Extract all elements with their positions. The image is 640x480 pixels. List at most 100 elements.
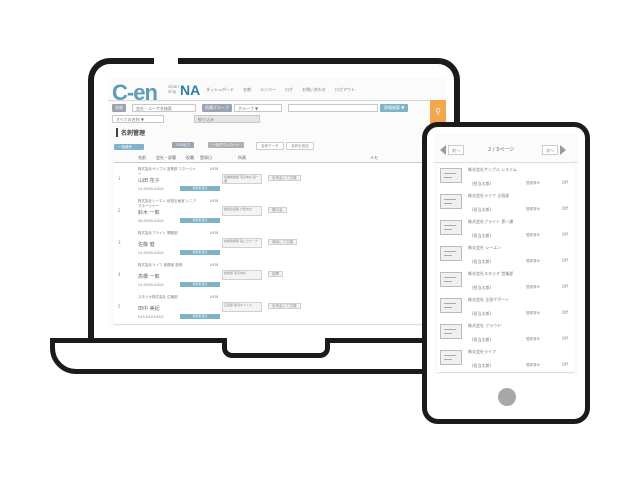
filter-group-select[interactable]: グループ ▼ bbox=[234, 104, 282, 112]
card-scope-select[interactable]: すべての名刺 ▼ bbox=[112, 115, 164, 123]
csv-export-button[interactable]: CSV出力 bbox=[172, 142, 195, 148]
list-item[interactable]: 株式会社ライフ (担当太郎) 登録済み Off bbox=[438, 346, 574, 373]
nav-item-logout[interactable]: ログアウト bbox=[335, 87, 355, 93]
card-data-button[interactable]: 名刺データ bbox=[256, 142, 284, 150]
add-card-button[interactable]: 名刺を追加 bbox=[286, 142, 314, 150]
nav-item-dashboard[interactable]: ダッシュボード bbox=[206, 87, 234, 93]
bulk-download-button[interactable]: 一括ダウンロード bbox=[208, 142, 244, 148]
card-owner: (担当太郎) bbox=[472, 363, 492, 368]
card-status: 登録済み bbox=[526, 285, 540, 289]
list-item[interactable]: 株式会社スタジオ 営業部 (担当太郎) 登録済み Off bbox=[438, 268, 574, 295]
card-company: 株式会社ブライト 第一課 bbox=[468, 219, 514, 224]
card-flag[interactable]: Off bbox=[562, 310, 568, 315]
card-flag[interactable]: Off bbox=[562, 362, 568, 367]
phone-header-divider bbox=[434, 162, 578, 163]
top-nav: ダッシュボード 名刺 メンバー ログ お問い合わせ ログアウト bbox=[206, 87, 355, 93]
col-company: 会社・部署 bbox=[156, 155, 176, 160]
app-logo[interactable]: C-en bbox=[112, 80, 158, 106]
advanced-search-button[interactable]: 詳細検索 ▼ bbox=[380, 104, 409, 112]
nav-item-log[interactable]: ログ bbox=[285, 87, 293, 93]
list-item[interactable]: 株式会社ライフ 企画部 (担当太郎) 登録済み Off bbox=[438, 190, 574, 217]
row-company: スタジオ株式会社 広報部 bbox=[138, 295, 178, 299]
row-person[interactable]: 鈴木 一郎 bbox=[138, 209, 160, 216]
laptop-lid-gap bbox=[154, 52, 178, 66]
view-card-button[interactable]: 名刺を見る bbox=[180, 314, 220, 319]
filter-name-input[interactable]: 会社・ユーザ名検索 bbox=[132, 104, 196, 112]
row-note: 定例会にて交換 bbox=[268, 303, 301, 309]
card-flag[interactable]: Off bbox=[562, 232, 568, 237]
list-item[interactable]: 株式会社ブライト 第一課 (担当太郎) 登録済み Off bbox=[438, 216, 574, 243]
card-thumbnail bbox=[440, 272, 462, 287]
row-tag: NEW bbox=[210, 199, 219, 203]
card-thumbnail bbox=[440, 168, 462, 183]
col-memo: メモ bbox=[370, 155, 378, 160]
table-row[interactable]: 5 スタジオ株式会社 広報部 田中 美紀 045-XXX-XXXX NEW 名刺… bbox=[114, 292, 444, 325]
search-button[interactable]: ⚲ bbox=[430, 100, 446, 124]
nav-item-cards[interactable]: 名刺 bbox=[243, 87, 251, 93]
narrow-down-button[interactable]: 絞り込み bbox=[194, 115, 260, 123]
logo-mark: NA bbox=[180, 82, 201, 98]
card-company: 株式会社 企画サポート bbox=[468, 297, 510, 302]
bulk-action-button[interactable]: 一括操作 bbox=[114, 144, 144, 150]
card-owner: (担当太郎) bbox=[472, 311, 492, 316]
chevron-left-icon bbox=[440, 145, 446, 155]
list-item[interactable]: 株式会社 企画サポート (担当太郎) 登録済み Off bbox=[438, 294, 574, 321]
row-tag: NEW bbox=[210, 167, 219, 171]
card-status: 登録済み bbox=[526, 363, 540, 367]
card-flag[interactable]: Off bbox=[562, 180, 568, 185]
phone-home-button[interactable] bbox=[498, 388, 516, 406]
card-flag[interactable]: Off bbox=[562, 336, 568, 341]
page-indicator: 2 / 3ページ bbox=[488, 147, 515, 153]
view-card-button[interactable]: 名刺を見る bbox=[180, 282, 220, 287]
laptop-trackpad-notch bbox=[222, 338, 330, 358]
row-company: 株式会社サンプル 営業部 マネージャー bbox=[138, 167, 196, 176]
card-owner: (担当太郎) bbox=[472, 233, 492, 238]
col-org: 所属 bbox=[238, 155, 246, 160]
row-person[interactable]: 山田 花子 bbox=[138, 177, 160, 184]
row-tag: NEW bbox=[210, 231, 219, 235]
next-label: 次へ bbox=[542, 145, 558, 155]
page-title: 名刺管理 bbox=[116, 128, 145, 137]
row-tel: 045-XXX-XXXX bbox=[138, 315, 164, 319]
card-owner: (担当太郎) bbox=[472, 181, 492, 186]
view-card-button[interactable]: 名刺を見る bbox=[180, 186, 220, 191]
view-card-button[interactable]: 名刺を見る bbox=[180, 218, 220, 223]
row-tel: 03-XXXX-XXXX bbox=[138, 251, 164, 255]
col-date: 登録日 bbox=[200, 155, 212, 160]
row-number: 2 bbox=[118, 208, 121, 213]
list-item[interactable]: 株式会社サンプル システム (担当太郎) 登録済み Off bbox=[438, 164, 574, 191]
row-person[interactable]: 佐藤 健 bbox=[138, 241, 155, 248]
card-owner: (担当太郎) bbox=[472, 285, 492, 290]
next-page-button[interactable]: 次へ bbox=[542, 144, 566, 156]
nav-item-members[interactable]: メンバー bbox=[260, 87, 276, 93]
table-row[interactable]: 4 株式会社ライフ 総務部 部長 高橋 一郎 03-XXXX-XXXX NEW … bbox=[114, 260, 444, 293]
row-tel: 03-XXXX-XXXX bbox=[138, 283, 164, 287]
row-tel: 06-XXXX-XXXX bbox=[138, 219, 164, 223]
row-tag: NEW bbox=[210, 263, 219, 267]
card-flag[interactable]: Off bbox=[562, 206, 568, 211]
card-status: 登録済み bbox=[526, 259, 540, 263]
card-thumbnail bbox=[440, 194, 462, 209]
list-item[interactable]: 株式会社 クラウド (担当太郎) 登録済み Off bbox=[438, 320, 574, 347]
row-company: 株式会社ライフ 総務部 部長 bbox=[138, 263, 183, 267]
row-tel: 03-XXXX-XXXX bbox=[138, 187, 164, 191]
table-row[interactable]: 2 株式会社シーエン 経営企画室 シニアマネージャー 鈴木 一郎 06-XXXX… bbox=[114, 196, 444, 229]
row-person[interactable]: 田中 美紀 bbox=[138, 305, 160, 312]
logo-tagline: clean ship bbox=[168, 84, 179, 94]
row-person[interactable]: 高橋 一郎 bbox=[138, 273, 160, 280]
col-title: 役職 bbox=[186, 155, 194, 160]
view-card-button[interactable]: 名刺を見る bbox=[180, 250, 220, 255]
card-thumbnail bbox=[440, 350, 462, 365]
table-row[interactable]: 3 株式会社ブライト 開発部 佐藤 健 03-XXXX-XXXX NEW 名刺を… bbox=[114, 228, 444, 261]
prev-label: 前へ bbox=[448, 145, 464, 155]
prev-page-button[interactable]: 前へ bbox=[440, 144, 464, 156]
list-item[interactable]: 株式会社 シーエン (担当太郎) 登録済み Off bbox=[438, 242, 574, 269]
card-owner: (担当太郎) bbox=[472, 259, 492, 264]
laptop-screen: C-en clean ship NA ダッシュボード 名刺 メンバー ログ お問… bbox=[108, 78, 446, 326]
card-flag[interactable]: Off bbox=[562, 258, 568, 263]
nav-item-contact[interactable]: お問い合わせ bbox=[302, 87, 326, 93]
table-row[interactable]: 1 株式会社サンプル 営業部 マネージャー 山田 花子 03-XXXX-XXXX… bbox=[114, 164, 444, 197]
row-number: 3 bbox=[118, 240, 121, 245]
card-flag[interactable]: Off bbox=[562, 284, 568, 289]
keyword-search-input[interactable] bbox=[288, 104, 378, 112]
